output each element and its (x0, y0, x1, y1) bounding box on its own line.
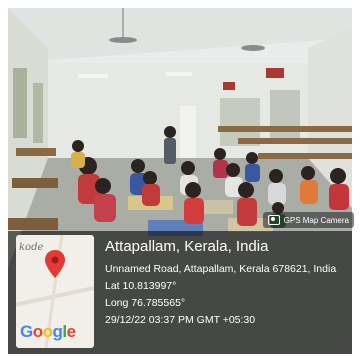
google-logo: Google (20, 322, 76, 341)
map-thumbnail: kode Google (16, 235, 94, 348)
location-info: Attapallam, Kerala, India Unnamed Road, … (105, 237, 350, 329)
camera-icon (267, 215, 280, 225)
gps-map-camera-tag: GPS Map Camera (262, 212, 354, 228)
location-address: Unnamed Road, Attapallam, Kerala 678621,… (105, 263, 337, 275)
location-overlay: kode Google Attapallam, Kerala, India Un… (8, 231, 352, 354)
map-place-label: kode (19, 242, 44, 253)
map-pin-icon (45, 250, 65, 278)
location-longitude: Long 76.785565° (105, 297, 186, 309)
location-latitude: Lat 10.813997° (105, 280, 177, 292)
location-datetime: 29/12/22 03:37 PM GMT +05:30 (105, 314, 256, 326)
gps-tag-label: GPS Map Camera (283, 215, 349, 225)
location-title: Attapallam, Kerala, India (105, 238, 269, 255)
image-frame: GPS Map Camera kode Google Attapallam, K… (0, 0, 360, 361)
